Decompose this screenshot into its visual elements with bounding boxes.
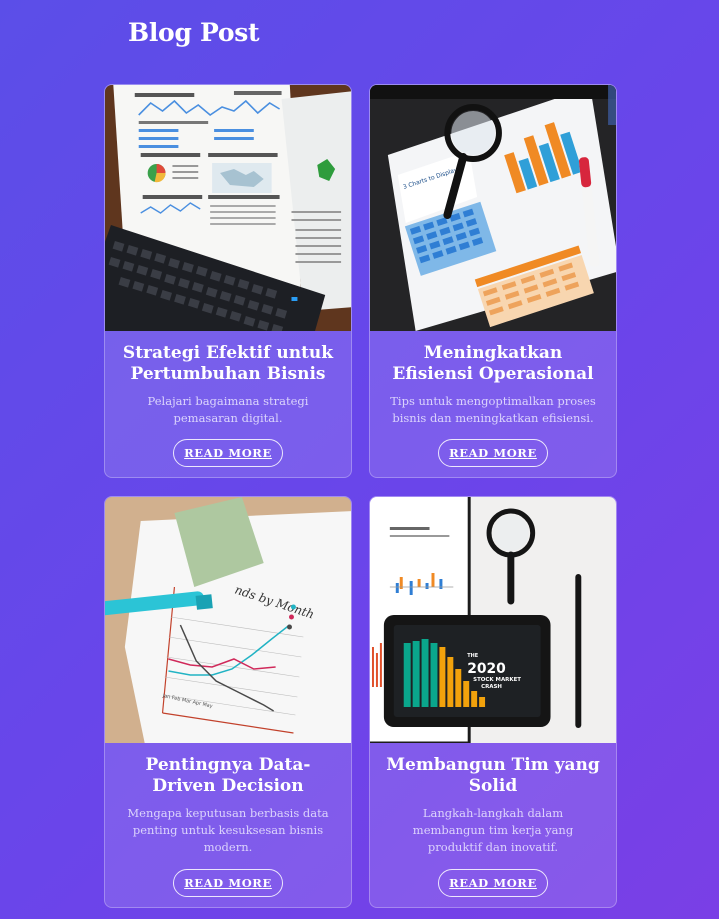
blog-card-title: Membangun Tim yang Solid (386, 755, 600, 796)
blog-card-image (105, 85, 351, 331)
blog-card-title: Meningkatkan Efisiensi Operasional (392, 343, 594, 384)
blog-card-description: Pelajari bagaimana strategi pemasaran di… (147, 394, 309, 425)
image-caption-stock-market: STOCK MARKET (473, 677, 521, 683)
blog-card-image: nds by Month Jan Feb Mar Apr May (105, 497, 351, 743)
image-caption-year: 2020 (467, 661, 506, 677)
page-title: Blog Post (128, 18, 260, 47)
blog-card-description: Mengapa keputusan berbasis data penting … (127, 806, 329, 854)
blog-card-description: Langkah-langkah dalam membangun tim kerj… (412, 806, 574, 854)
blog-card-image: 3 Charts to Display (370, 85, 616, 331)
image-caption-crash: CRASH (481, 684, 502, 690)
blog-card: THE 2020 STOCK MARKET CRASH Membangun Ti… (369, 496, 617, 908)
blog-card: nds by Month Jan Feb Mar Apr May Penting… (104, 496, 352, 908)
blog-post-grid: Strategi Efektif untuk Pertumbuhan Bisni… (104, 84, 617, 908)
read-more-button[interactable]: READ MORE (173, 439, 283, 467)
blog-card-image: THE 2020 STOCK MARKET CRASH (370, 497, 616, 743)
image-caption-the: THE (467, 653, 479, 659)
blog-card-description: Tips untuk mengoptimalkan proses bisnis … (390, 394, 596, 425)
read-more-button[interactable]: READ MORE (173, 869, 283, 897)
blog-card: Strategi Efektif untuk Pertumbuhan Bisni… (104, 84, 352, 478)
blog-card-title: Strategi Efektif untuk Pertumbuhan Bisni… (122, 343, 334, 384)
blog-card: 3 Charts to Display Meningkatkan Efisien… (369, 84, 617, 478)
read-more-button[interactable]: READ MORE (438, 869, 548, 897)
blog-card-title: Pentingnya Data-Driven Decision (145, 755, 311, 796)
read-more-button[interactable]: READ MORE (438, 439, 548, 467)
